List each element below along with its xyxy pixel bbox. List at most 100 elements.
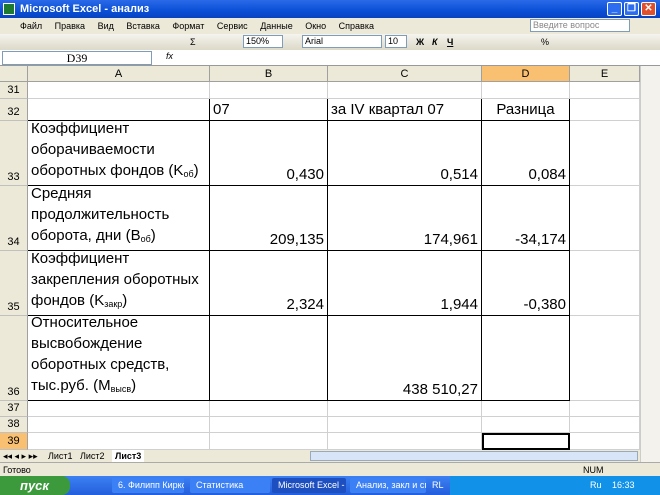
- cell-d31[interactable]: [482, 82, 570, 99]
- font-size-select[interactable]: 10: [385, 35, 407, 48]
- cell-b33[interactable]: 0,430: [210, 121, 328, 186]
- cell-a32[interactable]: [28, 99, 210, 121]
- tray-lang[interactable]: Ru: [590, 480, 602, 490]
- row-header-32[interactable]: 32: [0, 99, 28, 121]
- tab-sheet2[interactable]: Лист2: [80, 450, 105, 462]
- column-header-c[interactable]: C: [328, 66, 482, 82]
- help-search-input[interactable]: Введите вопрос: [530, 19, 630, 32]
- cell-a33[interactable]: Коэффициент оборачиваемости оборотных фо…: [28, 121, 210, 186]
- cell-e35[interactable]: [570, 251, 640, 316]
- cell-e32[interactable]: [570, 99, 640, 121]
- formula-input[interactable]: [180, 50, 640, 66]
- cell-c38[interactable]: [328, 417, 482, 433]
- tab-sheet3[interactable]: Лист3: [112, 450, 145, 462]
- menu-edit[interactable]: Правка: [55, 21, 85, 31]
- row-header-35[interactable]: 35: [0, 251, 28, 316]
- cell-a36[interactable]: Относительное высвобождение оборотных ср…: [28, 316, 210, 401]
- menu-help[interactable]: Справка: [339, 21, 374, 31]
- cell-e37[interactable]: [570, 401, 640, 417]
- menu-insert[interactable]: Вставка: [126, 21, 159, 31]
- row-header-36[interactable]: 36: [0, 316, 28, 401]
- cell-a31[interactable]: [28, 82, 210, 99]
- underline-button[interactable]: Ч: [447, 34, 453, 50]
- tab-scroll-buttons[interactable]: ◂◂ ◂ ▸ ▸▸: [3, 450, 38, 462]
- cell-a39[interactable]: [28, 433, 210, 450]
- fx-icon[interactable]: fx: [166, 51, 173, 61]
- minimize-button[interactable]: _: [607, 2, 622, 16]
- cell-e39[interactable]: [570, 433, 640, 450]
- language-indicator[interactable]: RL: [432, 476, 444, 495]
- cell-c31[interactable]: [328, 82, 482, 99]
- cell-c39[interactable]: [328, 433, 482, 450]
- task-excel[interactable]: Microsoft Excel - ана...: [272, 478, 346, 493]
- font-select[interactable]: Arial: [302, 35, 382, 48]
- column-header-e[interactable]: E: [570, 66, 640, 82]
- cell-text: Средняя продолжительность оборота, дни (…: [31, 186, 206, 250]
- system-tray: Ru 16:33: [450, 476, 660, 495]
- name-box[interactable]: D39: [2, 51, 152, 65]
- row-header-31[interactable]: 31: [0, 82, 28, 99]
- percent-button[interactable]: %: [541, 34, 549, 50]
- row-header-37[interactable]: 37: [0, 401, 28, 417]
- select-all-corner[interactable]: [0, 66, 28, 82]
- cell-d36[interactable]: [482, 316, 570, 401]
- row-header-38[interactable]: 38: [0, 417, 28, 433]
- cell-d32[interactable]: Разница: [482, 99, 570, 121]
- cell-c32[interactable]: за IV квартал 07: [328, 99, 482, 121]
- cell-b34[interactable]: 209,135: [210, 186, 328, 251]
- cell-e33[interactable]: [570, 121, 640, 186]
- close-button[interactable]: ✕: [641, 2, 656, 16]
- task-kirkorov[interactable]: 6. Филипп Киркоро...: [112, 478, 184, 493]
- cell-a37[interactable]: [28, 401, 210, 417]
- row-header-34[interactable]: 34: [0, 186, 28, 251]
- task-statistika[interactable]: Статистика: [190, 478, 270, 493]
- cell-a38[interactable]: [28, 417, 210, 433]
- menu-format[interactable]: Формат: [172, 21, 204, 31]
- cell-d35[interactable]: -0,380: [482, 251, 570, 316]
- tab-sheet1[interactable]: Лист1: [48, 450, 73, 462]
- cell-a34[interactable]: Средняя продолжительность оборота, дни (…: [28, 186, 210, 251]
- start-button[interactable]: пуск: [0, 476, 70, 495]
- menu-file[interactable]: Файл: [20, 21, 42, 31]
- autosum-button[interactable]: Σ: [190, 34, 196, 50]
- task-analiz[interactable]: Анализ, закл и спис...: [350, 478, 426, 493]
- cell-d39[interactable]: [482, 433, 570, 450]
- sheet-tabs: ◂◂ ◂ ▸ ▸▸ Лист1 Лист2 Лист3: [0, 450, 640, 462]
- horizontal-scrollbar[interactable]: [310, 451, 638, 461]
- cell-d37[interactable]: [482, 401, 570, 417]
- column-header-a[interactable]: A: [28, 66, 210, 82]
- cell-d33[interactable]: 0,084: [482, 121, 570, 186]
- cell-b39[interactable]: [210, 433, 328, 450]
- cell-d34[interactable]: -34,174: [482, 186, 570, 251]
- italic-button[interactable]: К: [432, 34, 438, 50]
- cell-e38[interactable]: [570, 417, 640, 433]
- row-header-33[interactable]: 33: [0, 121, 28, 186]
- restore-button[interactable]: ❐: [624, 2, 639, 16]
- cell-c37[interactable]: [328, 401, 482, 417]
- cell-b32[interactable]: за III квартал 07: [210, 99, 328, 121]
- cell-b38[interactable]: [210, 417, 328, 433]
- cell-a35[interactable]: Коэффициент закрепления оборотных фондов…: [28, 251, 210, 316]
- column-header-d[interactable]: D: [482, 66, 570, 82]
- cell-c35[interactable]: 1,944: [328, 251, 482, 316]
- cell-b31[interactable]: [210, 82, 328, 99]
- menu-tools[interactable]: Сервис: [217, 21, 248, 31]
- menu-window[interactable]: Окно: [305, 21, 326, 31]
- menu-view[interactable]: Вид: [98, 21, 114, 31]
- menu-data[interactable]: Данные: [260, 21, 293, 31]
- bold-button[interactable]: Ж: [416, 34, 424, 50]
- cell-d38[interactable]: [482, 417, 570, 433]
- cell-b35[interactable]: 2,324: [210, 251, 328, 316]
- vertical-scrollbar[interactable]: [640, 66, 660, 462]
- zoom-select[interactable]: 150%: [243, 35, 283, 48]
- cell-c36[interactable]: 438 510,27: [328, 316, 482, 401]
- column-header-b[interactable]: B: [210, 66, 328, 82]
- cell-e34[interactable]: [570, 186, 640, 251]
- cell-b37[interactable]: [210, 401, 328, 417]
- cell-e36[interactable]: [570, 316, 640, 401]
- cell-c34[interactable]: 174,961: [328, 186, 482, 251]
- row-header-39[interactable]: 39: [0, 433, 28, 450]
- cell-b36[interactable]: [210, 316, 328, 401]
- cell-e31[interactable]: [570, 82, 640, 99]
- cell-c33[interactable]: 0,514: [328, 121, 482, 186]
